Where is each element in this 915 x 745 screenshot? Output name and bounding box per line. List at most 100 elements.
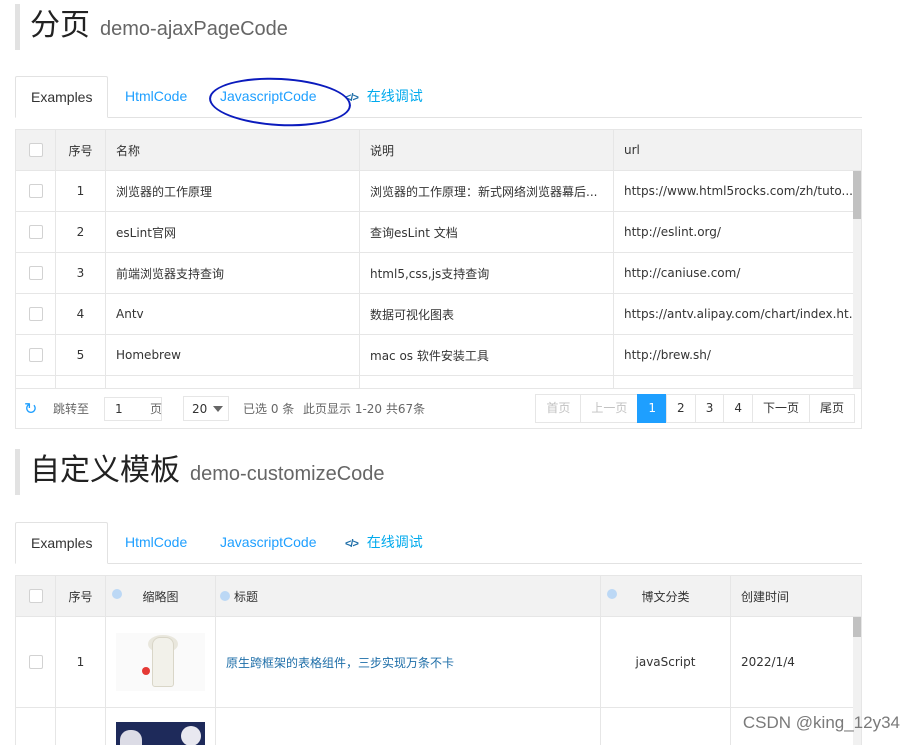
select-all-checkbox[interactable] xyxy=(28,143,43,157)
row-cell-empty xyxy=(16,708,56,745)
cell-desc: mac os 软件安装工具 xyxy=(360,335,614,375)
cell-desc: html5,css,js支持查询 xyxy=(360,253,614,293)
row-checkbox-cell xyxy=(16,171,56,211)
cell-desc: 数据可视化图表 xyxy=(360,294,614,334)
row-checkbox[interactable] xyxy=(28,307,43,321)
selected-count: 已选 0 条 xyxy=(243,401,295,416)
cell-desc: 查询esLint 文档 xyxy=(360,212,614,252)
prev-page-button[interactable]: 上一页 xyxy=(580,394,639,423)
cell-desc: 浏览器的工作原理：新式网络浏览器幕后... xyxy=(360,171,614,211)
thumbnail-red-ball xyxy=(142,667,150,675)
tab-examples[interactable]: Examples xyxy=(15,522,109,564)
page-size-select[interactable]: 20 xyxy=(183,396,229,421)
page-size-value: 20 xyxy=(192,401,208,416)
code-tabs: Examples HtmlCode JavascriptCode </> 在线调… xyxy=(15,522,862,564)
thumbnail-figure xyxy=(120,730,142,745)
page-title: 自定义模板 xyxy=(30,453,180,488)
data-table-pagination: 序号 名称 说明 url 1 浏览器的工作原理 浏览器的工作原理：新式网络浏览器… xyxy=(15,129,862,389)
page-4-button[interactable]: 4 xyxy=(723,394,753,423)
tab-javascriptcode[interactable]: JavascriptCode xyxy=(205,76,332,118)
info-icon[interactable] xyxy=(112,589,122,599)
page-1-button[interactable]: 1 xyxy=(637,394,668,423)
cell-name: Homebrew xyxy=(106,335,360,375)
row-checkbox-cell xyxy=(16,253,56,293)
table-row[interactable]: 4 Antv 数据可视化图表 https://antv.alipay.com/c… xyxy=(16,294,861,335)
row-checkbox[interactable] xyxy=(28,225,43,239)
header-date: 创建时间 xyxy=(741,589,790,604)
page-3-button[interactable]: 3 xyxy=(694,394,725,423)
table-scrollbar[interactable] xyxy=(853,171,861,388)
header-url: url xyxy=(624,143,640,157)
info-icon[interactable] xyxy=(220,591,230,601)
info-icon[interactable] xyxy=(607,589,617,599)
row-cell-empty xyxy=(601,708,731,745)
row-checkbox[interactable] xyxy=(28,348,43,362)
header-title-cell: 标题 xyxy=(216,576,601,616)
tab-htmlcode[interactable]: HtmlCode xyxy=(110,76,202,118)
code-debug-icon: </> xyxy=(345,92,359,104)
page-subtitle: demo-ajaxPageCode xyxy=(100,18,288,40)
page-summary: 此页显示 1-20 共67条 xyxy=(303,401,426,416)
cell-url: http://caniuse.com/ xyxy=(624,266,741,280)
row-checkbox[interactable] xyxy=(28,266,43,280)
scrollbar-thumb[interactable] xyxy=(853,171,861,219)
page-subtitle: demo-customizeCode xyxy=(190,463,385,485)
row-checkbox[interactable] xyxy=(28,655,43,669)
table-row[interactable]: 2 esLint官网 查询esLint 文档 http://eslint.org… xyxy=(16,212,861,253)
watermark: CSDN @king_12y34 xyxy=(742,713,900,732)
row-checkbox-cell xyxy=(16,617,56,707)
page-unit-label: 页 xyxy=(150,401,163,416)
tab-htmlcode[interactable]: HtmlCode xyxy=(110,522,202,564)
table-row[interactable]: 3 前端浏览器支持查询 html5,css,js支持查询 http://cani… xyxy=(16,253,861,294)
tab-online-debug[interactable]: </> 在线调试 xyxy=(330,76,438,118)
page-title: 分页 xyxy=(30,8,90,43)
tab-online-debug-label: 在线调试 xyxy=(366,88,423,104)
row-cell-empty xyxy=(56,708,106,745)
next-page-button[interactable]: 下一页 xyxy=(751,394,810,423)
select-all-checkbox[interactable] xyxy=(28,589,43,603)
table-row-partial xyxy=(16,708,861,745)
page-2-button[interactable]: 2 xyxy=(666,394,696,423)
data-table-custom: 序号 缩略图 标题 博文分类 创建时间 1 原生跨框架的表格组件，三步实现万条不… xyxy=(15,575,862,745)
cell-no: 1 xyxy=(56,617,106,707)
table-row[interactable]: 1 原生跨框架的表格组件，三步实现万条不卡 javaScript 2022/1/… xyxy=(16,617,861,708)
table-row[interactable]: 5 Homebrew mac os 软件安装工具 http://brew.sh/ xyxy=(16,335,861,376)
thumbnail-moon xyxy=(181,726,201,745)
cell-date: 2022/1/4 xyxy=(741,655,795,669)
cell-thumbnail xyxy=(106,708,216,745)
tab-online-debug[interactable]: </> 在线调试 xyxy=(330,522,438,564)
refresh-icon[interactable]: ↻ xyxy=(24,388,37,428)
header-checkbox-cell xyxy=(16,130,56,170)
scrollbar-thumb[interactable] xyxy=(853,617,861,637)
cell-no: 5 xyxy=(56,335,106,375)
cell-no: 4 xyxy=(56,294,106,334)
section-title-pagination: 分页 demo-ajaxPageCode xyxy=(15,4,288,50)
post-title-link[interactable]: 原生跨框架的表格组件，三步实现万条不卡 xyxy=(226,654,454,671)
tab-javascriptcode[interactable]: JavascriptCode xyxy=(205,522,332,564)
header-title: 标题 xyxy=(234,589,259,604)
cell-url: http://eslint.org/ xyxy=(624,225,721,239)
table-row[interactable]: 1 浏览器的工作原理 浏览器的工作原理：新式网络浏览器幕后... https:/… xyxy=(16,171,861,212)
cell-name: Antv xyxy=(106,294,360,334)
header-name: 名称 xyxy=(106,130,360,170)
header-thumbnail-cell: 缩略图 xyxy=(106,576,216,616)
cell-category: javaScript xyxy=(601,617,731,707)
first-page-button[interactable]: 首页 xyxy=(535,394,582,423)
header-no: 序号 xyxy=(56,130,106,170)
tab-examples[interactable]: Examples xyxy=(15,76,109,118)
cell-url: http://brew.sh/ xyxy=(624,348,711,362)
header-checkbox-cell xyxy=(16,576,56,616)
header-category: 博文分类 xyxy=(641,589,690,604)
cell-name: 前端浏览器支持查询 xyxy=(106,253,360,293)
table-header: 序号 名称 说明 url xyxy=(16,130,861,171)
row-checkbox[interactable] xyxy=(28,184,43,198)
page-buttons: 首页 上一页 1 2 3 4 下一页 尾页 xyxy=(535,394,855,423)
tab-online-debug-label: 在线调试 xyxy=(366,534,423,550)
thumbnail-image[interactable] xyxy=(116,722,205,745)
row-checkbox-cell xyxy=(16,335,56,375)
pagination-bar: ↻ 跳转至 1 页 20 已选 0 条 此页显示 1-20 共67条 首页 上一… xyxy=(15,388,862,429)
last-page-button[interactable]: 尾页 xyxy=(808,394,855,423)
thumbnail-image[interactable] xyxy=(116,633,205,691)
cell-no: 1 xyxy=(56,171,106,211)
cell-url: https://www.html5rocks.com/zh/tuto... xyxy=(624,184,853,198)
